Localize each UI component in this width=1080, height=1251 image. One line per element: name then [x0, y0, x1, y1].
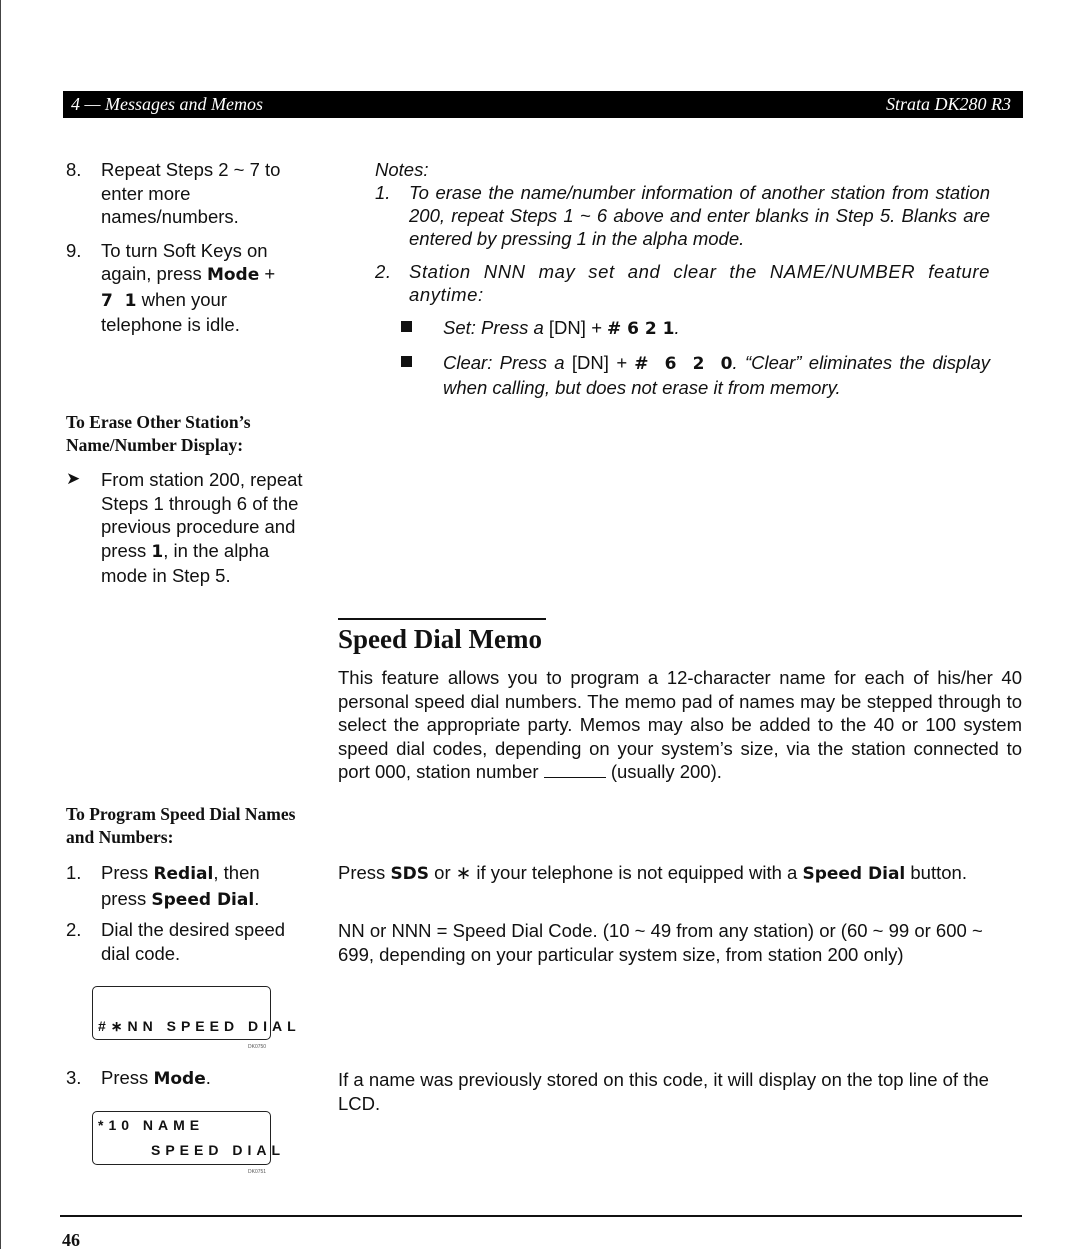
note-2: 2. Station NNN may set and clear the NAM… [375, 260, 990, 306]
section-title: Speed Dial Memo [338, 624, 542, 654]
steps-continued: 8. Repeat Steps 2 ~ 7 to enter more name… [66, 158, 301, 337]
feature-code: # 6 2 1 [607, 319, 675, 339]
program-heading: To Program Speed Dial Names and Numbers: [66, 804, 296, 847]
figure-code: DK0751 [248, 1169, 267, 1175]
station-number-blank [543, 763, 606, 778]
step-number: 2. [66, 919, 82, 940]
section-rule [338, 618, 546, 620]
product-title: Strata DK280 R3 [885, 94, 1011, 114]
step-3: 3. Press Mode. [66, 1066, 306, 1092]
lcd-line-2: #∗NN SPEED DIAL [98, 1018, 301, 1034]
notes-block: Notes: 1. To erase the name/number infor… [375, 158, 990, 399]
key-redial: Redial [153, 864, 214, 884]
step-1-note: Press SDS or ∗ if your telephone is not … [338, 861, 1022, 887]
plus-sign: + [608, 352, 635, 373]
note-text: To erase the name/number information of … [409, 182, 990, 249]
square-bullet-icon [401, 356, 412, 367]
plus-sign: + [585, 317, 607, 338]
notes-label: Notes: [375, 159, 429, 180]
page-number: 46 [62, 1230, 80, 1250]
dn-key: [DN] [571, 352, 609, 373]
page-edge-rule [0, 0, 1, 1249]
feature-code: # 6 2 0 [634, 354, 733, 374]
program-step-3: 3. Press Mode. [66, 1066, 306, 1092]
bullet-text: . [674, 317, 680, 338]
square-bullet-icon [401, 321, 412, 332]
note-text: Press [338, 862, 391, 883]
step-number: 9. [66, 239, 82, 261]
lcd-line-2: SPEED DIAL [151, 1142, 286, 1158]
running-header: 4 — Messages and Memos Strata DK280 R3 [63, 91, 1023, 118]
dn-key: [DN] [548, 317, 586, 338]
step-number: 3. [66, 1067, 82, 1088]
key-speed-dial: Speed Dial [151, 889, 255, 910]
key-7-1: 7 1 [101, 290, 137, 311]
step-number: 8. [66, 159, 82, 180]
program-step-2: 2. Dial the desired speed dial code. [66, 918, 306, 965]
bullet-text: Set: Press a [443, 317, 549, 338]
note-number: 1. [375, 182, 391, 203]
erase-procedure: ➤ From station 200, repeat Steps 1 throu… [66, 468, 306, 588]
key-speed-dial: Speed Dial [802, 864, 906, 884]
plus-sign: + [259, 263, 276, 284]
key-mode: Mode [206, 265, 260, 285]
note-bullet-set: Set: Press a [DN] + # 6 2 1. [375, 316, 990, 341]
note-text: button. [905, 862, 967, 883]
lcd-display-name: *10 NAME SPEED DIAL [92, 1111, 280, 1165]
step-text: . [205, 1067, 211, 1088]
section-intro: This feature allows you to program a 12-… [338, 666, 1022, 784]
step-text: Press [101, 862, 154, 883]
figure-code: DK0750 [248, 1044, 267, 1050]
erase-heading: To Erase Other Station’s Name/Number Dis… [66, 412, 251, 455]
bullet-text: Clear: Press a [443, 352, 572, 373]
lcd-display-speed-dial: #∗NN SPEED DIAL [92, 986, 296, 1040]
step-text: Dial the desired speed dial code. [101, 919, 286, 964]
step-text: . [254, 887, 260, 909]
step-8: 8. Repeat Steps 2 ~ 7 to enter more name… [66, 158, 301, 229]
step-2-note: NN or NNN = Speed Dial Code. (10 ~ 49 fr… [338, 920, 983, 965]
key-1: 1 [151, 541, 164, 562]
arrow-bullet-icon: ➤ [66, 469, 81, 489]
chapter-title: 4 — Messages and Memos [71, 94, 263, 114]
step-2: 2. Dial the desired speed dial code. [66, 918, 306, 965]
note-text: Station NNN may set and clear the NAME/N… [409, 261, 990, 305]
step-1: 1. Press Redial, then press Speed Dial. [66, 861, 306, 912]
key-mode: Mode [153, 1069, 206, 1089]
lcd-line-1: *10 NAME [98, 1117, 205, 1133]
erase-bullet: ➤ From station 200, repeat Steps 1 throu… [66, 468, 306, 588]
note-text: or ∗ if your telephone is not equipped w… [429, 862, 803, 883]
step-text: Repeat Steps 2 ~ 7 to enter more names/n… [101, 159, 281, 227]
step-text: Press [101, 1067, 154, 1088]
note-bullet-clear: Clear: Press a [DN] + # 6 2 0. “Clear” e… [375, 351, 990, 399]
note-1: 1. To erase the name/number information … [375, 181, 990, 250]
intro-text: (usually 200). [605, 761, 722, 782]
key-sds: SDS [390, 864, 430, 884]
step-number: 1. [66, 862, 82, 883]
step-9: 9. To turn Soft Keys on again, press Mod… [66, 239, 301, 337]
program-step-1: 1. Press Redial, then press Speed Dial. [66, 861, 306, 912]
footer-rule [60, 1215, 1022, 1217]
step-3-note: If a name was previously stored on this … [338, 1069, 989, 1114]
note-number: 2. [375, 261, 392, 282]
